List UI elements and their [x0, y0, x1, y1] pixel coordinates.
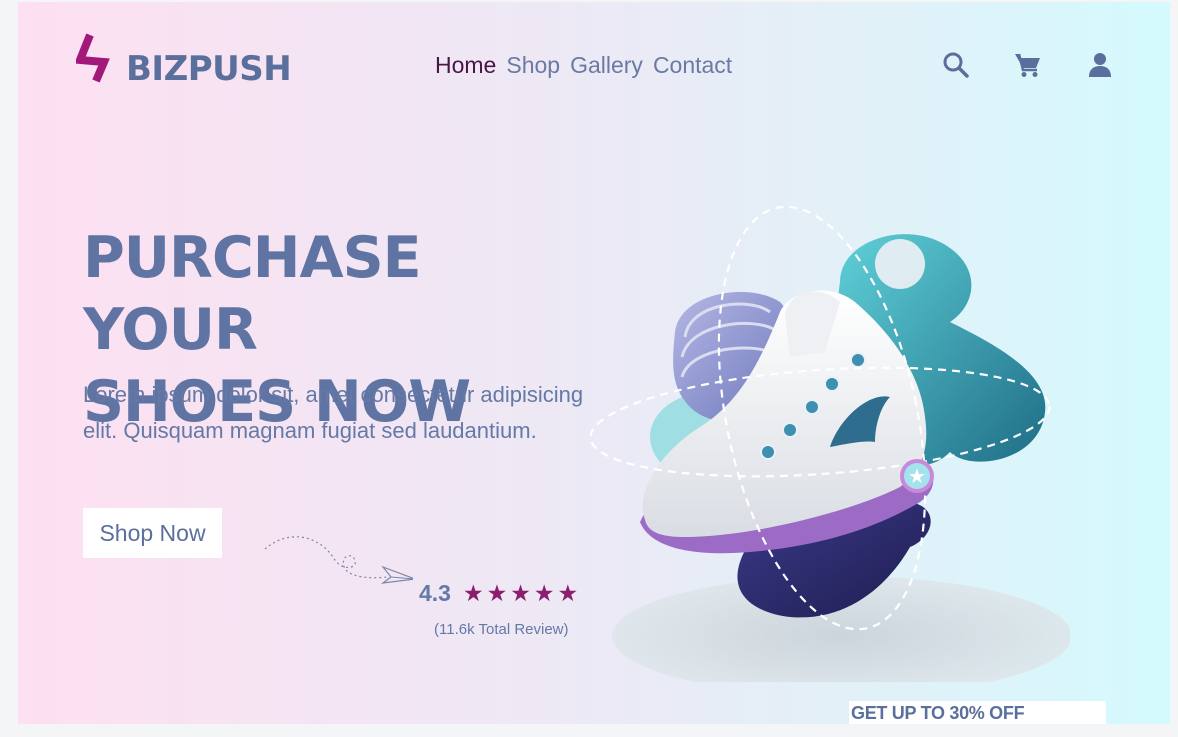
star-icon: ★: [510, 580, 531, 606]
star-icon: ★: [462, 580, 484, 606]
nav-gallery[interactable]: Gallery: [570, 52, 643, 79]
shoe-product-image: ★: [590, 205, 1070, 682]
lightning-logo-icon: [76, 33, 110, 83]
shop-now-button[interactable]: Shop Now: [83, 508, 222, 558]
header-actions: [942, 51, 1114, 79]
rating: 4.3 ★ ★ ★ ★ ★: [419, 580, 578, 607]
review-count: (11.6k Total Review): [434, 621, 569, 638]
nav-home[interactable]: Home: [435, 52, 496, 79]
user-icon[interactable]: [1086, 51, 1114, 79]
search-icon[interactable]: [942, 51, 970, 79]
main-nav: Home Shop Gallery Contact: [435, 52, 732, 79]
star-icon: ★: [533, 580, 555, 606]
nav-contact[interactable]: Contact: [653, 52, 732, 79]
svg-text:★: ★: [908, 464, 926, 488]
promo-banner: GET UP TO 30% OFF: [849, 701, 1106, 724]
star-icon: ★: [557, 580, 579, 606]
star-rating: ★ ★ ★ ★ ★: [463, 582, 578, 605]
hero-description: Lorem ipsum dolor sit, amet consectetur …: [83, 382, 584, 443]
landing-page: BIZPUSH Home Shop Gallery Contact PURCHA…: [18, 2, 1170, 724]
star-icon: ★: [486, 580, 508, 606]
rating-value: 4.3: [419, 580, 451, 606]
brand-name: BIZPUSH: [126, 49, 292, 89]
hero-title-line1: PURCHASE YOUR: [83, 225, 422, 363]
cart-icon[interactable]: [1014, 51, 1042, 79]
nav-shop[interactable]: Shop: [506, 52, 560, 79]
brand-logo[interactable]: BIZPUSH: [76, 32, 292, 89]
paper-plane-doodle-icon: [264, 536, 413, 584]
